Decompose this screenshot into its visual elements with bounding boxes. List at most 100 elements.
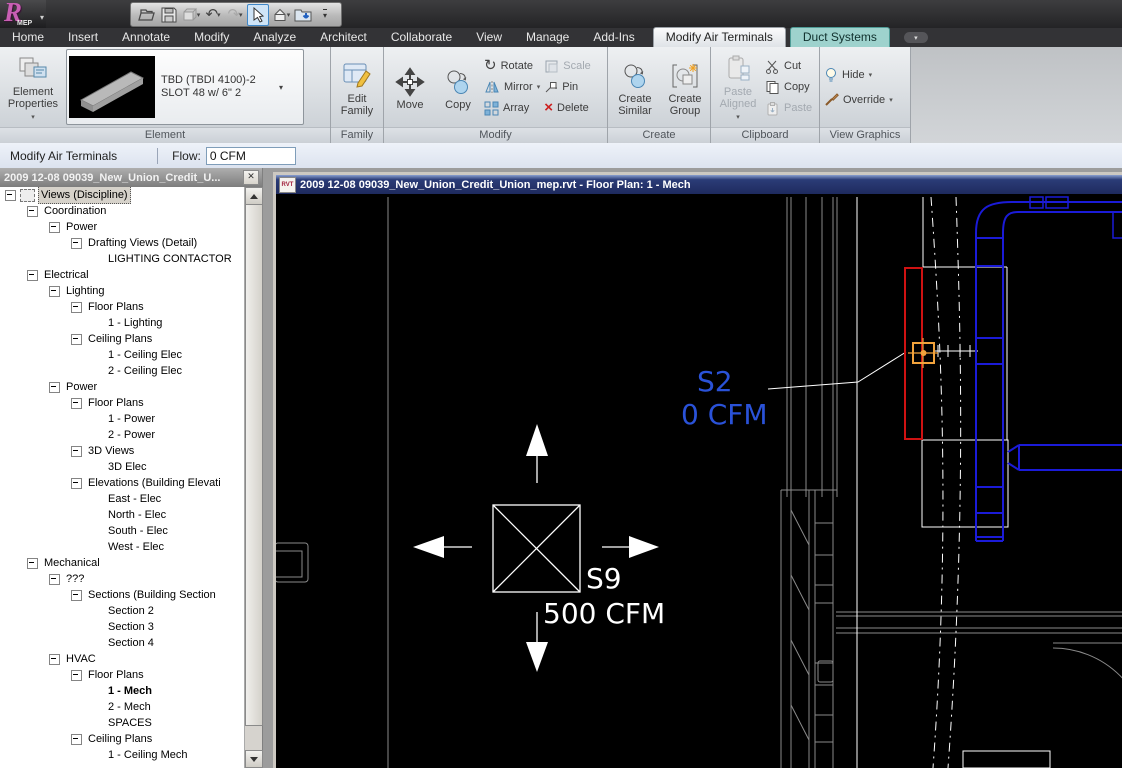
tree-item-lighting[interactable]: Lighting: [0, 283, 245, 299]
open-button[interactable]: [137, 5, 157, 25]
application-menu-button[interactable]: R MEP ▾: [0, 0, 46, 28]
tab-modify-air-terminals[interactable]: Modify Air Terminals: [652, 27, 786, 47]
tree-item-spaces[interactable]: SPACES: [0, 715, 245, 731]
tree-collapse-icon[interactable]: [71, 733, 82, 745]
rotate-button[interactable]: ↻ Rotate: [484, 58, 540, 75]
tree-item-floor-plans[interactable]: Floor Plans: [0, 395, 245, 411]
selection-handle[interactable]: [908, 338, 938, 368]
create-group-button[interactable]: Create Group: [662, 58, 708, 117]
customize-qat-button[interactable]: ▾: [315, 5, 335, 25]
modify-cursor-button[interactable]: [247, 3, 269, 26]
tree-item-floor-plans[interactable]: Floor Plans: [0, 667, 245, 683]
tree-item-section-3[interactable]: Section 3: [0, 619, 245, 635]
mirror-button[interactable]: Mirror ▾: [484, 79, 540, 96]
tree-collapse-icon[interactable]: [27, 205, 38, 217]
tree-item-east-elec[interactable]: East - Elec: [0, 491, 245, 507]
tree-collapse-icon[interactable]: [49, 285, 60, 297]
save-button[interactable]: [159, 5, 179, 25]
tree-item-1-ceiling-mech[interactable]: 1 - Ceiling Mech: [0, 747, 245, 763]
pin-button[interactable]: Pin: [544, 79, 591, 96]
tree-collapse-icon[interactable]: [49, 381, 60, 393]
tree-item-lighting-contactor[interactable]: LIGHTING CONTACTOR: [0, 251, 245, 267]
tab-home[interactable]: Home: [0, 28, 56, 47]
tree-item-3d-elec[interactable]: 3D Elec: [0, 459, 245, 475]
tree-collapse-icon[interactable]: [71, 445, 82, 457]
tree-item-1-lighting[interactable]: 1 - Lighting: [0, 315, 245, 331]
tree-item-ceiling-plans[interactable]: Ceiling Plans: [0, 331, 245, 347]
duct-lines[interactable]: [975, 196, 1122, 542]
tree-collapse-icon[interactable]: [71, 237, 82, 249]
air-terminal-s2-tag[interactable]: S2 0 CFM: [681, 365, 768, 431]
tree-item-1-ceiling-elec[interactable]: 1 - Ceiling Elec: [0, 347, 245, 363]
tree-collapse-icon[interactable]: [71, 333, 82, 345]
type-selector[interactable]: TBD (TBDI 4100)-2 SLOT 48 w/ 6" 2 ▾: [66, 49, 304, 125]
tree-item-hvac[interactable]: HVAC: [0, 651, 245, 667]
tree-item-electrical[interactable]: Electrical: [0, 267, 245, 283]
tree-item-2-power[interactable]: 2 - Power: [0, 427, 245, 443]
tree-item-2-ceiling-elec[interactable]: 2 - Ceiling Elec: [0, 363, 245, 379]
default-3d-view-button[interactable]: ▾: [271, 5, 291, 25]
edit-family-button[interactable]: Edit Family: [335, 58, 379, 117]
scroll-up-button[interactable]: [245, 187, 263, 205]
close-icon[interactable]: ✕: [243, 170, 259, 185]
tab-annotate[interactable]: Annotate: [110, 28, 182, 47]
floor-plan-view[interactable]: S9 500 CFM S2 0 CFM: [271, 194, 1122, 768]
tree-item-drafting-views-detail-[interactable]: Drafting Views (Detail): [0, 235, 245, 251]
tab-manage[interactable]: Manage: [514, 28, 581, 47]
tree-item-2-mech[interactable]: 2 - Mech: [0, 699, 245, 715]
tab-overflow-button[interactable]: ▾: [903, 32, 928, 43]
move-button[interactable]: Move: [388, 64, 432, 111]
drawing-canvas[interactable]: S9 500 CFM S2 0 CFM: [271, 194, 1122, 768]
copy-button[interactable]: Copy: [436, 64, 480, 111]
tree-item-1-mech[interactable]: 1 - Mech: [0, 683, 245, 699]
redo-button[interactable]: ↷ ▾: [225, 5, 245, 25]
cut-button[interactable]: Cut: [765, 58, 812, 75]
override-button[interactable]: Override ▾: [824, 91, 893, 108]
flow-input[interactable]: [205, 146, 296, 165]
tree-item-power[interactable]: Power: [0, 379, 245, 395]
tree-item-west-elec[interactable]: West - Elec: [0, 539, 245, 555]
tree-item-mechanical[interactable]: Mechanical: [0, 555, 245, 571]
paste-button[interactable]: Paste: [765, 100, 812, 117]
tree-collapse-icon[interactable]: [71, 397, 82, 409]
scale-button[interactable]: Scale: [544, 58, 591, 75]
tree-collapse-icon[interactable]: [49, 221, 60, 233]
transfer-standards-button[interactable]: ▾: [181, 5, 201, 25]
tree-item-3d-views[interactable]: 3D Views: [0, 443, 245, 459]
tree-collapse-icon[interactable]: [71, 477, 82, 489]
array-button[interactable]: Array: [484, 100, 540, 117]
tree-collapse-icon[interactable]: [71, 589, 82, 601]
tree-item-floor-plans[interactable]: Floor Plans: [0, 299, 245, 315]
tree-collapse-icon[interactable]: [27, 269, 38, 281]
element-properties-button[interactable]: Element Properties ▾: [4, 51, 62, 124]
tree-item-power[interactable]: Power: [0, 219, 245, 235]
tree-item-elevations-building-elevati[interactable]: Elevations (Building Elevati: [0, 475, 245, 491]
tab-duct-systems[interactable]: Duct Systems: [789, 27, 890, 47]
tab-insert[interactable]: Insert: [56, 28, 110, 47]
tree-item-1-power[interactable]: 1 - Power: [0, 411, 245, 427]
tab-add-ins[interactable]: Add-Ins: [581, 28, 646, 47]
tree-scrollbar[interactable]: [244, 187, 263, 768]
air-terminal-s9[interactable]: S9 500 CFM: [413, 424, 665, 672]
tree-item-views-discipline-[interactable]: Views (Discipline): [0, 187, 245, 204]
tree-collapse-icon[interactable]: [71, 669, 82, 681]
scroll-down-button[interactable]: [245, 750, 263, 768]
tree-collapse-icon[interactable]: [49, 573, 60, 585]
load-family-button[interactable]: [293, 5, 313, 25]
scrollbar-thumb[interactable]: [245, 204, 263, 726]
create-similar-button[interactable]: Create Similar: [612, 58, 658, 117]
tab-analyze[interactable]: Analyze: [241, 28, 308, 47]
tree-item-north-elec[interactable]: North - Elec: [0, 507, 245, 523]
hide-button[interactable]: Hide ▾: [824, 66, 893, 83]
tab-architect[interactable]: Architect: [308, 28, 379, 47]
tree-collapse-icon[interactable]: [49, 653, 60, 665]
tab-modify[interactable]: Modify: [182, 28, 241, 47]
tree-item-coordination[interactable]: Coordination: [0, 203, 245, 219]
tree-item-section-2[interactable]: Section 2: [0, 603, 245, 619]
project-browser-titlebar[interactable]: 2009 12-08 09039_New_Union_Credit_U... ✕: [0, 168, 262, 187]
copy-to-clipboard-button[interactable]: Copy: [765, 79, 812, 96]
tree-collapse-icon[interactable]: [5, 189, 16, 201]
tree-collapse-icon[interactable]: [27, 557, 38, 569]
undo-button[interactable]: ↶ ▾: [203, 5, 223, 25]
tree-item-section-4[interactable]: Section 4: [0, 635, 245, 651]
